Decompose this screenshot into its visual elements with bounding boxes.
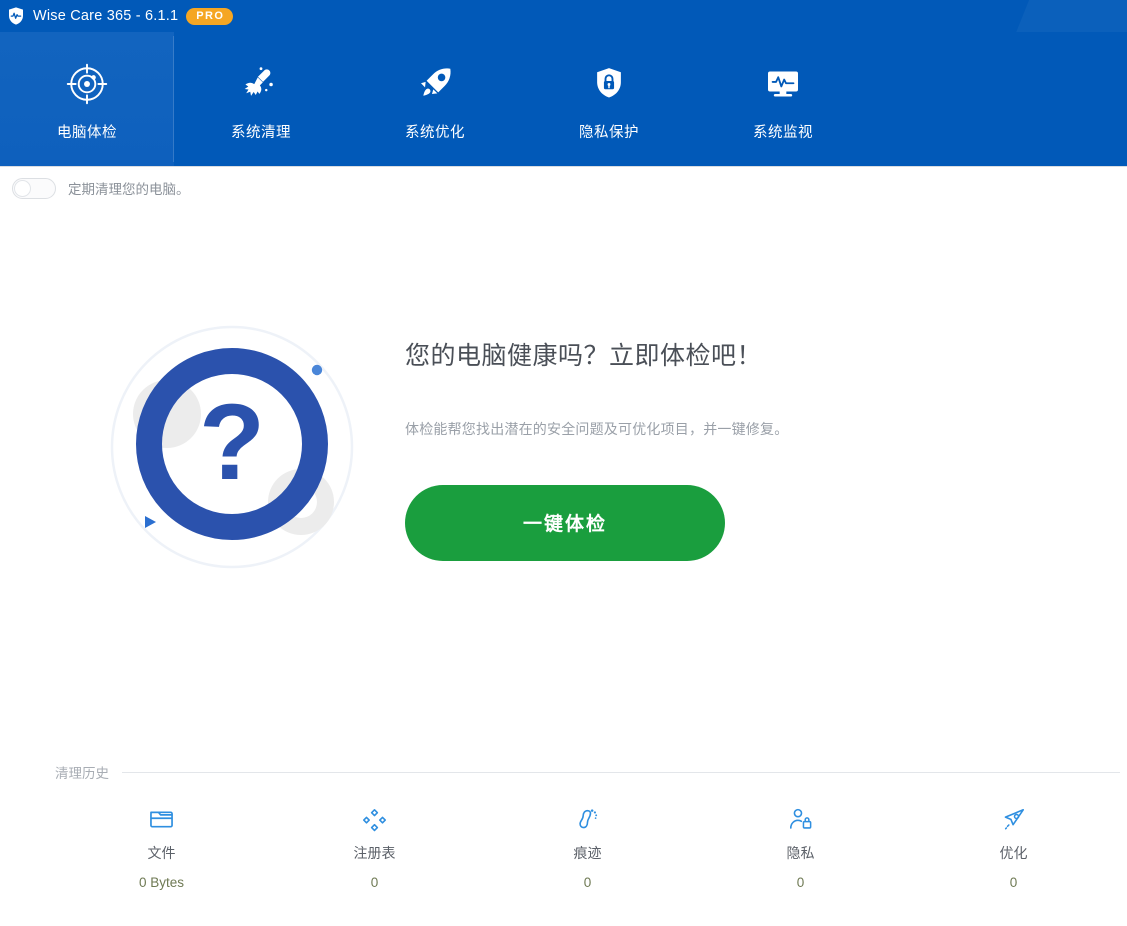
- folder-icon: [148, 804, 175, 834]
- stat-item-traces[interactable]: 痕迹 0: [481, 804, 694, 890]
- hero-title: 您的电脑健康吗？立即体检吧！: [405, 341, 763, 370]
- stat-label: 文件: [147, 845, 176, 861]
- hero-subtitle: 体检能帮您找出潜在的安全问题及可优化项目，并一键修复。: [405, 420, 789, 437]
- stat-item-optimize[interactable]: 优化 0: [907, 804, 1120, 890]
- pro-badge: PRO: [186, 7, 234, 25]
- nav-tab-label: 电脑体检: [57, 124, 117, 141]
- hero-section: ? 您的电脑健康吗？立即体检吧！ 体检能帮您找出潜在的安全问题及可优化项目，并一…: [0, 301, 1127, 601]
- app-title: Wise Care 365 - 6.1.1: [33, 8, 179, 24]
- nav-tab-privacy-protection[interactable]: 隐私保护: [522, 32, 696, 166]
- toggle-knob: [14, 179, 31, 197]
- svg-text:?: ?: [199, 381, 265, 502]
- cleanup-history-header: 清理历史: [55, 762, 1120, 782]
- stat-item-files[interactable]: 文件 0 Bytes: [55, 804, 268, 890]
- stat-value: 0: [796, 875, 805, 890]
- nav-tab-label: 系统监视: [753, 124, 813, 141]
- stat-label: 痕迹: [573, 845, 602, 861]
- shield-pulse-icon: [6, 6, 26, 26]
- stat-value: 0: [1009, 875, 1018, 890]
- nav-tab-system-optimize[interactable]: 系统优化: [348, 32, 522, 166]
- stat-value: 0 Bytes: [138, 875, 185, 890]
- broom-icon: [240, 63, 282, 105]
- cleanup-history-title: 清理历史: [55, 766, 109, 781]
- monitor-pulse-icon: [763, 63, 803, 105]
- auto-clean-toggle-row: 定期清理您的电脑。: [0, 167, 1127, 209]
- rocket-outline-icon: [1000, 804, 1027, 834]
- toggle-switch-icon[interactable]: [12, 177, 56, 199]
- rocket-icon: [414, 63, 456, 105]
- titlebar-sheen: [992, 0, 1127, 32]
- cleanup-history-section: 清理历史 文件 0 Bytes 注册表 0 痕迹 0 隐私 0 优化 0: [0, 762, 1127, 890]
- stat-item-privacy[interactable]: 隐私 0: [694, 804, 907, 890]
- person-lock-icon: [787, 804, 814, 834]
- stat-label: 隐私: [786, 845, 815, 861]
- nav-tab-pc-checkup[interactable]: 电脑体检: [0, 32, 174, 166]
- title-bar: Wise Care 365 - 6.1.1 PRO: [0, 0, 1127, 32]
- auto-clean-label: 定期清理您的电脑。: [68, 182, 190, 197]
- section-divider: [122, 771, 1120, 773]
- question-mark-circle-icon: ?: [105, 319, 370, 584]
- nav-tab-system-monitor[interactable]: 系统监视: [696, 32, 870, 166]
- nav-tab-label: 系统清理: [231, 124, 291, 141]
- stat-label: 优化: [999, 845, 1028, 861]
- registry-diamonds-icon: [361, 804, 388, 834]
- nav-tab-label: 隐私保护: [579, 124, 639, 141]
- stat-label: 注册表: [353, 845, 396, 861]
- stat-value: 0: [583, 875, 592, 890]
- stat-item-registry[interactable]: 注册表 0: [268, 804, 481, 890]
- stat-value: 0: [370, 875, 379, 890]
- main-navigation: 电脑体检 系统清理 系统优化 隐私保护 系统监视: [0, 32, 1127, 167]
- cleanup-stats-row: 文件 0 Bytes 注册表 0 痕迹 0 隐私 0 优化 0: [55, 804, 1120, 890]
- hero-text-block: 您的电脑健康吗？立即体检吧！ 体检能帮您找出潜在的安全问题及可优化项目，并一键修…: [405, 336, 788, 567]
- footprint-icon: [574, 804, 601, 834]
- one-click-scan-button[interactable]: 一键体检: [405, 484, 725, 561]
- nav-tab-label: 系统优化: [405, 124, 465, 141]
- nav-tab-system-clean[interactable]: 系统清理: [174, 32, 348, 166]
- shield-lock-icon: [590, 63, 628, 105]
- target-scan-icon: [66, 63, 108, 105]
